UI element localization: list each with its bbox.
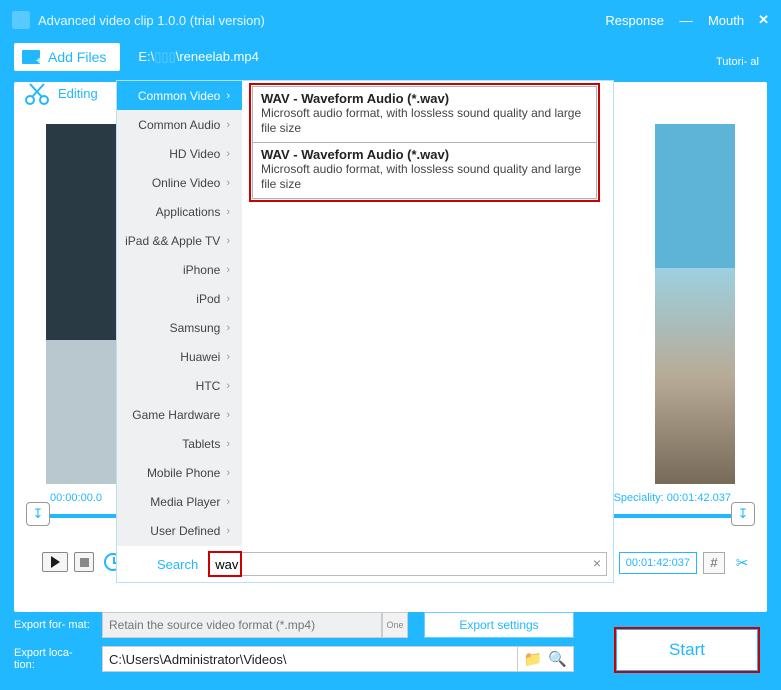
format-search-label: Search [157, 557, 198, 572]
category-item[interactable]: iPod › [117, 284, 242, 313]
frame-step-button[interactable]: # [703, 552, 725, 574]
format-search-input[interactable] [208, 552, 607, 576]
stop-button[interactable] [74, 552, 94, 572]
chevron-right-icon: › [226, 351, 230, 363]
category-label: Common Audio [138, 118, 220, 132]
category-item[interactable]: Online Video › [117, 168, 242, 197]
category-label: Mobile Phone [147, 466, 220, 480]
category-label: iPad && Apple TV [125, 234, 220, 248]
tab-editing[interactable]: Editing [22, 80, 98, 106]
video-preview-right [655, 124, 735, 484]
chevron-right-icon: › [226, 409, 230, 421]
chevron-right-icon: › [226, 235, 230, 247]
category-label: Common Video [138, 89, 221, 103]
browse-folder-icon[interactable]: 📁 [524, 650, 543, 668]
category-label: iPod [196, 292, 220, 306]
cut-button[interactable]: ✂ [731, 552, 753, 574]
export-location-label: Export loca- tion: [14, 647, 94, 671]
category-item[interactable]: Media Player › [117, 487, 242, 516]
chevron-right-icon: › [226, 525, 230, 537]
chevron-right-icon: › [226, 496, 230, 508]
category-label: Media Player [150, 495, 220, 509]
format-picker-popup: Common Video›Common Audio›HD Video›Onlin… [116, 80, 614, 583]
category-label: HTC [196, 379, 221, 393]
chevron-right-icon: › [226, 148, 230, 160]
category-item[interactable]: Tablets › [117, 429, 242, 458]
export-format-input[interactable] [102, 612, 382, 638]
format-result-item[interactable]: WAV - Waveform Audio (*.wav)Microsoft au… [252, 86, 597, 142]
format-result-desc: Microsoft audio format, with lossless so… [261, 162, 588, 192]
video-preview-left [46, 124, 126, 484]
scissors-icon [22, 80, 52, 106]
category-item[interactable]: HD Video › [117, 139, 242, 168]
minimize-button[interactable]: — [678, 13, 694, 28]
category-label: Huawei [180, 350, 220, 364]
category-item[interactable]: Common Video › [117, 81, 242, 110]
category-label: HD Video [169, 147, 220, 161]
file-path: E:\▯▯▯\reneelab.mp4 [138, 49, 259, 65]
play-button[interactable] [42, 552, 68, 572]
category-item[interactable]: Applications › [117, 197, 242, 226]
chevron-right-icon: › [226, 293, 230, 305]
category-item[interactable]: iPad && Apple TV › [117, 226, 242, 255]
chevron-right-icon: › [226, 322, 230, 334]
start-button-label: Start [669, 640, 705, 660]
category-item[interactable]: Game Hardware › [117, 400, 242, 429]
end-time-field[interactable]: 00:01:42:037 [619, 552, 697, 574]
export-settings-button[interactable]: Export settings [424, 612, 574, 638]
category-label: Samsung [170, 321, 221, 335]
add-files-button[interactable]: Add Files [14, 43, 120, 71]
tab-editing-label: Editing [58, 86, 98, 101]
category-label: User Defined [150, 524, 220, 538]
add-files-icon [22, 50, 40, 64]
chevron-right-icon: › [226, 264, 230, 276]
clear-search-icon[interactable]: × [593, 555, 601, 571]
category-item[interactable]: Samsung › [117, 313, 242, 342]
chevron-right-icon: › [226, 90, 230, 102]
category-item[interactable]: Mobile Phone › [117, 458, 242, 487]
chevron-right-icon: › [226, 380, 230, 392]
format-result-desc: Microsoft audio format, with lossless so… [261, 106, 588, 136]
category-item[interactable]: Common Audio › [117, 110, 242, 139]
app-logo [12, 11, 30, 29]
close-button[interactable]: ✕ [758, 12, 769, 28]
category-label: Game Hardware [132, 408, 220, 422]
start-button[interactable]: Start [617, 630, 757, 670]
category-item[interactable]: iPhone › [117, 255, 242, 284]
tutorial-link[interactable]: Tutori- al [716, 56, 759, 68]
export-format-picker[interactable]: One [382, 612, 408, 638]
category-item[interactable]: Huawei › [117, 342, 242, 371]
category-item[interactable]: HTC › [117, 371, 242, 400]
chevron-right-icon: › [226, 438, 230, 450]
category-label: iPhone [183, 263, 220, 277]
category-item[interactable]: User Defined › [117, 516, 242, 545]
trim-handle-start[interactable]: ↧ [26, 502, 50, 526]
category-label: Tablets [182, 437, 220, 451]
open-location-icon[interactable]: 🔍 [548, 650, 567, 668]
format-result-title: WAV - Waveform Audio (*.wav) [261, 147, 588, 162]
format-result-title: WAV - Waveform Audio (*.wav) [261, 91, 588, 106]
category-label: Applications [156, 205, 221, 219]
export-location-input[interactable] [102, 646, 518, 672]
export-format-label: Export for- mat: [14, 619, 94, 631]
add-files-label: Add Files [48, 49, 106, 65]
timecode-start: 00:00:00.0 [50, 492, 102, 504]
chevron-right-icon: › [226, 467, 230, 479]
format-result-item[interactable]: WAV - Waveform Audio (*.wav)Microsoft au… [252, 142, 597, 199]
menu-response[interactable]: Response [605, 13, 664, 28]
window-title: Advanced video clip 1.0.0 (trial version… [38, 13, 591, 28]
trim-handle-end[interactable]: ↧ [731, 502, 755, 526]
category-label: Online Video [152, 176, 221, 190]
chevron-right-icon: › [226, 119, 230, 131]
chevron-right-icon: › [226, 206, 230, 218]
timecode-speciality: Speciality: 00:01:42.037 [614, 492, 731, 504]
menu-mouth[interactable]: Mouth [708, 13, 744, 28]
chevron-right-icon: › [226, 177, 230, 189]
